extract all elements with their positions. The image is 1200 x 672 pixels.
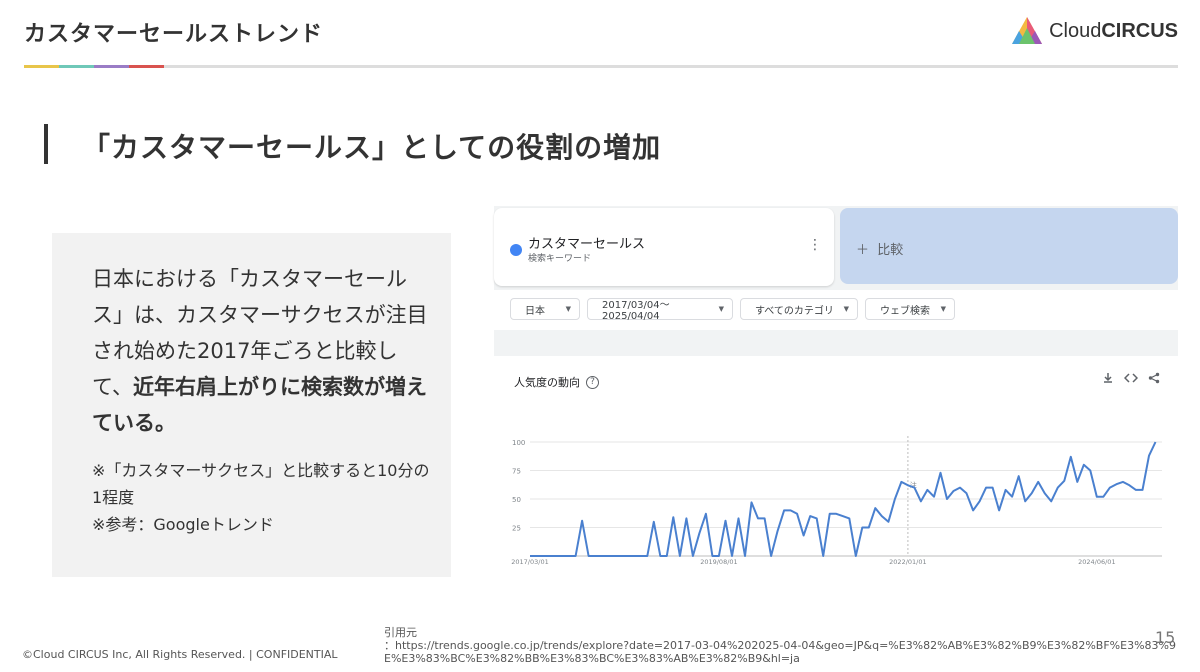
search-term-name: カスタマーセールス <box>528 237 646 252</box>
compare-label: ＋ 比較 <box>856 243 904 258</box>
compare-button[interactable]: ＋ 比較 <box>840 208 1178 284</box>
accent-segment <box>129 65 164 68</box>
note-source: ※参考：Googleトレンド <box>92 515 274 534</box>
help-icon[interactable]: ? <box>586 375 599 389</box>
note-comparison: ※「カスタマーサクセス」と比較すると10分の1程度 <box>92 461 430 507</box>
search-term-card[interactable]: カスタマーセールス 検索キーワード ⋮ <box>494 208 834 286</box>
header-divider <box>24 65 1178 68</box>
chart-toolbar <box>1102 372 1160 384</box>
chart-title: 人気度の動向 ? <box>514 374 599 390</box>
page-header-title: カスタマーセールストレンド <box>24 22 324 47</box>
filter-search-type[interactable]: ウェブ検索 ▼ <box>865 298 955 320</box>
embed-icon[interactable] <box>1124 372 1138 384</box>
caret-down-icon: ▼ <box>565 305 571 313</box>
cloudcircus-logo-icon <box>1012 17 1043 44</box>
summary-notes: ※「カスタマーサクセス」と比較すると10分の1程度 ※参考：Googleトレンド <box>92 457 432 538</box>
filter-region[interactable]: 日本 ▼ <box>510 298 580 320</box>
section-marker <box>44 124 48 164</box>
search-term-type: 検索キーワード <box>528 254 592 264</box>
caret-down-icon: ▼ <box>940 305 946 313</box>
x-tick-label: 2019/08/01 <box>700 558 737 566</box>
y-tick-label: 50 <box>512 496 521 504</box>
accent-segment <box>24 65 59 68</box>
interest-over-time-card: 25 50 75 100 注 2017/03/01 2019/08/01 2022/01/01… <box>494 356 1178 602</box>
citation: 引用元 ：https://trends.google.co.jp/trends/… <box>384 626 1184 665</box>
cloudcircus-logo: CloudCIRCUS <box>1011 16 1178 46</box>
page-number: 15 <box>1155 628 1176 647</box>
y-tick-label: 100 <box>512 439 525 447</box>
x-tick-label: 2017/03/01 <box>511 558 548 566</box>
filter-category[interactable]: すべてのカテゴリ ▼ <box>740 298 858 320</box>
y-tick-label: 25 <box>512 525 521 533</box>
interest-over-time-chart: 255075100注2017/03/01 2019/08/01 2022/01/01… <box>511 436 1162 566</box>
citation-label: 引用元 <box>384 626 417 639</box>
caret-down-icon: ▼ <box>718 305 724 313</box>
filter-row: 日本 ▼ 2017/03/04～2025/04/04 ▼ すべてのカテゴリ ▼ ウェブ… <box>494 290 1178 330</box>
plus-icon: ＋ <box>856 243 870 258</box>
summary-box: 日本における「カスタマーセールス」は、カスタマーサクセスが注目され始めた2017… <box>52 233 451 577</box>
more-vert-icon[interactable]: ⋮ <box>808 238 822 252</box>
series-color-dot <box>510 244 522 256</box>
logo-wordmark: CloudCIRCUS <box>1049 19 1178 42</box>
summary-highlight: 近年右肩上がりに検索数が増えている。 <box>92 375 427 435</box>
caret-down-icon: ▼ <box>843 305 849 313</box>
section-title: 「カスタマーセールス」としての役割の増加 <box>82 131 662 164</box>
accent-segment <box>59 65 94 68</box>
x-tick-label: 2022/01/01 <box>889 558 926 566</box>
citation-url[interactable]: ：https://trends.google.co.jp/trends/expl… <box>384 639 1184 665</box>
accent-segment <box>94 65 129 68</box>
header-accent-bar <box>24 65 164 68</box>
y-tick-label: 75 <box>512 468 521 476</box>
download-icon[interactable] <box>1102 372 1114 384</box>
summary-text: 日本における「カスタマーセールス」は、カスタマーサクセスが注目され始めた2017… <box>92 267 428 435</box>
x-tick-label: 2024/06/01 <box>1078 558 1115 566</box>
copyright-notice: ©Cloud CIRCUS Inc, All Rights Reserved. … <box>22 648 338 661</box>
google-trends-panel: カスタマーセールス 検索キーワード ⋮ ＋ 比較 日本 ▼ 2017/03/04～… <box>494 206 1178 602</box>
filter-date-range[interactable]: 2017/03/04～2025/04/04 ▼ <box>587 298 733 322</box>
share-icon[interactable] <box>1148 372 1160 384</box>
